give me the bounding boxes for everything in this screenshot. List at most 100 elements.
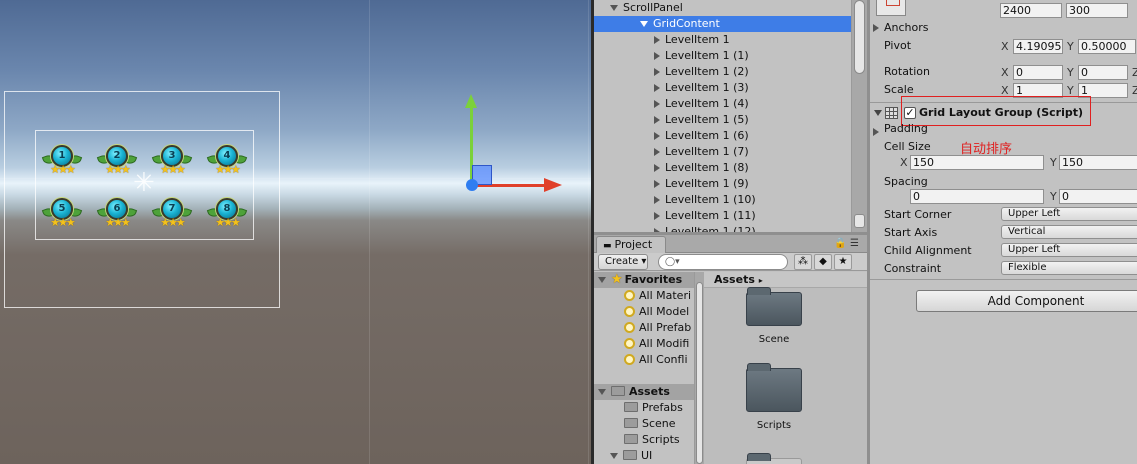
chevron-right-icon[interactable] bbox=[654, 68, 660, 76]
pivot-x-field[interactable]: 4.19095 bbox=[1013, 39, 1063, 54]
favorites-star-icon[interactable]: ★ bbox=[834, 254, 852, 270]
project-search-input[interactable]: ◯▾ bbox=[658, 254, 788, 270]
chevron-down-icon[interactable] bbox=[598, 389, 606, 395]
width-field[interactable]: 2400 bbox=[1000, 3, 1062, 18]
padding-label[interactable]: Padding bbox=[884, 122, 928, 135]
search-by-label-icon[interactable]: ◆ bbox=[814, 254, 832, 270]
chevron-right-icon[interactable] bbox=[654, 180, 660, 188]
child-alignment-dropdown[interactable]: Upper Left bbox=[1001, 243, 1137, 257]
anchors-label[interactable]: Anchors bbox=[884, 21, 929, 34]
favorite-item[interactable]: All Prefab bbox=[594, 320, 694, 336]
asset-folder-item[interactable]: Prefabs bbox=[594, 400, 694, 416]
level-item-badge[interactable]: 3 ★★★ bbox=[151, 143, 193, 179]
assets-header[interactable]: Assets bbox=[594, 384, 694, 400]
level-item-badge[interactable]: 8 ★★★ bbox=[206, 196, 248, 232]
asset-folder-item[interactable]: Scene bbox=[594, 416, 694, 432]
chevron-down-icon[interactable] bbox=[598, 277, 606, 283]
level-item-badge[interactable]: 4 ★★★ bbox=[206, 143, 248, 179]
favorite-item[interactable]: All Model bbox=[594, 304, 694, 320]
hierarchy-item[interactable]: LevelItem 1 (2) bbox=[594, 64, 851, 80]
hierarchy-item[interactable]: GridContent bbox=[594, 16, 851, 32]
level-item-badge[interactable]: 2 ★★★ bbox=[96, 143, 138, 179]
move-gizmo-x-arrow-icon[interactable] bbox=[544, 178, 562, 192]
hierarchy-item[interactable]: LevelItem 1 (5) bbox=[594, 112, 851, 128]
hierarchy-scroll-down-button[interactable] bbox=[854, 214, 865, 228]
hierarchy-item[interactable]: LevelItem 1 (1) bbox=[594, 48, 851, 64]
move-gizmo-y-arrow-icon[interactable] bbox=[465, 94, 477, 108]
cell-size-y-field[interactable]: 150 bbox=[1059, 155, 1137, 170]
scene-view[interactable]: 1 ★★★ 2 ★★★ 3 ★★★ 4 ★★★ 5 ★★★ 6 ★★★ 7 ★★★ 8 ★★★ ✳ bbox=[0, 0, 591, 464]
constraint-dropdown[interactable]: Flexible bbox=[1001, 261, 1137, 275]
start-axis-dropdown[interactable]: Vertical bbox=[1001, 225, 1137, 239]
chevron-right-icon[interactable] bbox=[654, 100, 660, 108]
asset-tile-scripts[interactable]: Scripts bbox=[734, 363, 814, 431]
hierarchy-scrollbar[interactable] bbox=[851, 0, 867, 232]
search-icon: ◯▾ bbox=[665, 257, 680, 267]
file-icon bbox=[746, 453, 802, 464]
padding-fold-icon[interactable] bbox=[873, 128, 879, 136]
favorite-item[interactable]: All Confli bbox=[594, 352, 694, 368]
breadcrumb-assets[interactable]: Assets bbox=[714, 273, 755, 286]
lock-icon[interactable]: 🔒 bbox=[834, 238, 846, 249]
folder-icon bbox=[623, 450, 637, 460]
add-component-button[interactable]: Add Component bbox=[916, 290, 1137, 312]
hierarchy-item[interactable]: LevelItem 1 bbox=[594, 32, 851, 48]
spacing-y-field[interactable]: 0 bbox=[1059, 189, 1137, 204]
directional-light-icon[interactable]: ✳ bbox=[133, 170, 155, 196]
rotation-x-field[interactable]: 0 bbox=[1013, 65, 1063, 80]
tab-project[interactable]: ▬ Project bbox=[596, 236, 666, 253]
level-item-badge[interactable]: 1 ★★★ bbox=[41, 143, 83, 179]
asset-folder-item[interactable]: UI bbox=[594, 448, 694, 464]
search-by-type-icon[interactable]: ⁂ bbox=[794, 254, 812, 270]
hierarchy-item[interactable]: ScrollPanel bbox=[594, 0, 851, 16]
chevron-down-icon[interactable] bbox=[874, 110, 882, 116]
chevron-right-icon[interactable] bbox=[654, 84, 660, 92]
asset-tile-scene[interactable]: Scene bbox=[734, 287, 814, 345]
spacing-x-field[interactable]: 0 bbox=[910, 189, 1044, 204]
level-item-badge[interactable]: 5 ★★★ bbox=[41, 196, 83, 232]
start-corner-dropdown[interactable]: Upper Left bbox=[1001, 207, 1137, 221]
panel-menu-icon[interactable]: ☰ bbox=[850, 238, 859, 249]
favorite-item[interactable]: All Modifi bbox=[594, 336, 694, 352]
hierarchy-item[interactable]: LevelItem 1 (9) bbox=[594, 176, 851, 192]
chevron-down-icon[interactable] bbox=[640, 21, 648, 27]
folder-tree-scroll-thumb[interactable] bbox=[696, 282, 703, 464]
anchors-fold-icon[interactable] bbox=[873, 24, 879, 32]
asset-folder-item[interactable]: Scripts bbox=[594, 432, 694, 448]
rotation-y-field[interactable]: 0 bbox=[1078, 65, 1128, 80]
chevron-right-icon[interactable] bbox=[654, 196, 660, 204]
assets-breadcrumb[interactable]: Assets ▸ bbox=[704, 272, 867, 288]
cell-size-x-field[interactable]: 150 bbox=[910, 155, 1044, 170]
chevron-right-icon[interactable] bbox=[654, 148, 660, 156]
hierarchy-item[interactable]: LevelItem 1 (12) bbox=[594, 224, 851, 232]
hierarchy-item[interactable]: LevelItem 1 (11) bbox=[594, 208, 851, 224]
hierarchy-item-label: LevelItem 1 (11) bbox=[665, 209, 756, 222]
folder-tree-scrollbar[interactable] bbox=[694, 272, 704, 464]
pivot-y-field[interactable]: 0.50000 bbox=[1078, 39, 1136, 54]
chevron-right-icon[interactable] bbox=[654, 164, 660, 172]
chevron-down-icon[interactable] bbox=[610, 453, 618, 459]
hierarchy-item[interactable]: LevelItem 1 (10) bbox=[594, 192, 851, 208]
favorites-header[interactable]: ★ Favorites bbox=[594, 272, 694, 288]
favorite-item[interactable]: All Materi bbox=[594, 288, 694, 304]
chevron-down-icon[interactable] bbox=[610, 5, 618, 11]
move-gizmo-center-handle[interactable] bbox=[466, 179, 478, 191]
hierarchy-item[interactable]: LevelItem 1 (6) bbox=[594, 128, 851, 144]
chevron-right-icon[interactable] bbox=[654, 116, 660, 124]
hierarchy-item[interactable]: LevelItem 1 (4) bbox=[594, 96, 851, 112]
create-button[interactable]: Create ▾ bbox=[598, 254, 648, 270]
hierarchy-item[interactable]: LevelItem 1 (7) bbox=[594, 144, 851, 160]
hierarchy-item[interactable]: LevelItem 1 (8) bbox=[594, 160, 851, 176]
chevron-right-icon[interactable] bbox=[654, 36, 660, 44]
hierarchy-scroll-thumb[interactable] bbox=[854, 0, 865, 74]
asset-tile-partial[interactable] bbox=[734, 453, 814, 464]
level-item-badge[interactable]: 7 ★★★ bbox=[151, 196, 193, 232]
height-field[interactable]: 300 bbox=[1066, 3, 1128, 18]
hierarchy-item[interactable]: LevelItem 1 (3) bbox=[594, 80, 851, 96]
asset-folder-label: UI bbox=[641, 449, 653, 462]
level-item-badge[interactable]: 6 ★★★ bbox=[96, 196, 138, 232]
anchor-preset-widget[interactable] bbox=[876, 0, 906, 16]
chevron-right-icon[interactable] bbox=[654, 132, 660, 140]
chevron-right-icon[interactable] bbox=[654, 52, 660, 60]
chevron-right-icon[interactable] bbox=[654, 212, 660, 220]
